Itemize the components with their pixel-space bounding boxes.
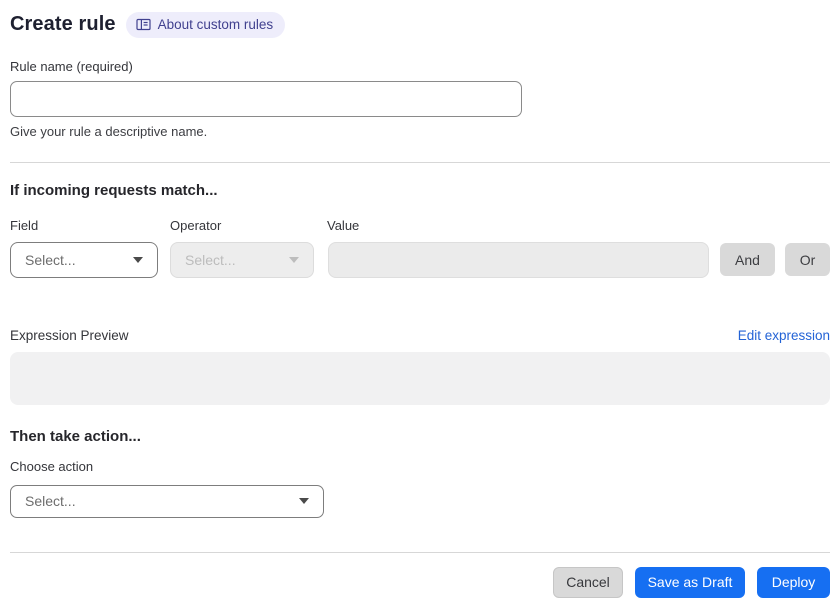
about-custom-rules-badge[interactable]: About custom rules: [125, 12, 286, 38]
match-section-heading: If incoming requests match...: [10, 181, 218, 199]
field-select[interactable]: Select...: [10, 241, 158, 278]
save-as-draft-button[interactable]: Save as Draft: [635, 566, 745, 598]
expression-preview-label: Expression Preview: [10, 327, 129, 343]
divider: [10, 161, 830, 163]
field-select-value: Select...: [25, 251, 76, 268]
cancel-button[interactable]: Cancel: [553, 566, 623, 598]
chevron-down-icon: [289, 256, 299, 263]
and-button[interactable]: And: [720, 243, 775, 276]
book-icon: [135, 18, 151, 31]
rule-name-helper: Give your rule a descriptive name.: [10, 123, 208, 139]
rule-name-label: Rule name (required): [10, 58, 133, 74]
operator-select[interactable]: Select...: [170, 241, 314, 278]
create-rule-page: Create rule About custom rules Rule name…: [0, 0, 839, 598]
page-title: Create rule: [10, 13, 116, 36]
match-labels-row: Field Operator Value: [10, 218, 830, 233]
edit-expression-link[interactable]: Edit expression: [738, 328, 830, 343]
match-controls-row: Select... Select... And Or: [10, 241, 830, 278]
footer-actions: Cancel Save as Draft Deploy: [10, 566, 830, 598]
divider: [10, 551, 830, 553]
expression-preview-box: [10, 351, 830, 405]
operator-select-value: Select...: [185, 251, 236, 268]
deploy-button[interactable]: Deploy: [757, 566, 830, 598]
rule-name-input[interactable]: [10, 80, 522, 117]
or-button[interactable]: Or: [785, 243, 830, 276]
value-label: Value: [327, 217, 360, 233]
badge-label: About custom rules: [157, 17, 274, 32]
expression-preview-row: Expression Preview Edit expression: [10, 328, 830, 343]
action-select[interactable]: Select...: [10, 484, 324, 518]
action-select-value: Select...: [25, 493, 76, 509]
chevron-down-icon: [299, 498, 309, 504]
page-header: Create rule About custom rules: [10, 12, 830, 38]
operator-label: Operator: [170, 217, 222, 233]
field-label: Field: [10, 217, 39, 233]
action-section-heading: Then take action...: [10, 427, 141, 445]
choose-action-label: Choose action: [10, 458, 94, 474]
chevron-down-icon: [133, 256, 143, 263]
value-input[interactable]: [328, 241, 709, 278]
